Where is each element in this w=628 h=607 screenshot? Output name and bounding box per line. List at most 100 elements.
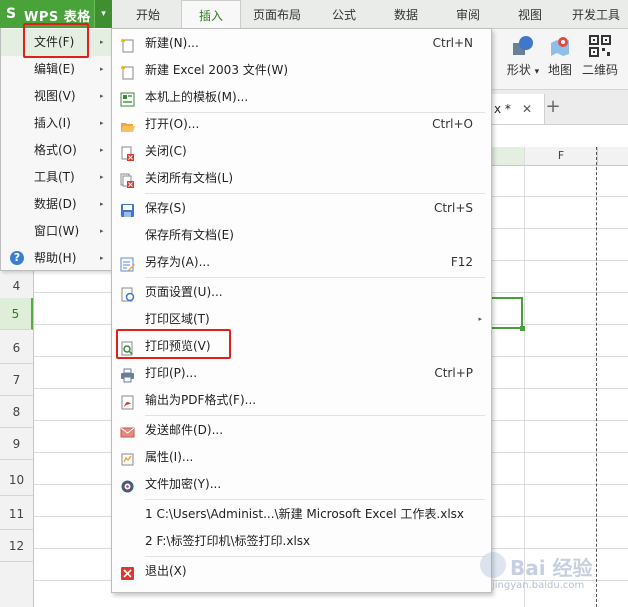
tab-review[interactable]: 审阅: [442, 0, 494, 28]
properties-icon: [120, 450, 135, 466]
save-icon: [120, 201, 135, 217]
close-tab-icon[interactable]: ✕: [522, 94, 532, 124]
shape-dropdown-icon: ▾: [534, 67, 540, 77]
tab-data[interactable]: 数据: [380, 0, 432, 28]
submenu-arrow-icon: ▸: [100, 173, 104, 181]
menu-separator: [145, 415, 485, 416]
encrypt-icon: [120, 477, 135, 493]
menu-item-open[interactable]: 打开(O)... Ctrl+O: [112, 111, 491, 138]
help-icon: ?: [10, 251, 24, 265]
row-header[interactable]: 7: [0, 364, 33, 396]
exit-icon: [120, 564, 135, 580]
shape-button[interactable]: 形状 ▾: [500, 35, 546, 78]
menu-separator: [145, 193, 485, 194]
menu-data[interactable]: 数据(D) ▸: [1, 191, 111, 218]
document-tab-name: x *: [494, 102, 511, 116]
menu-item-page-setup[interactable]: 页面设置(U)...: [112, 279, 491, 306]
open-folder-icon: [120, 117, 135, 132]
map-pin-icon: [548, 35, 572, 57]
new-document-icon: [120, 36, 135, 53]
submenu-arrow-icon: ▸: [478, 315, 482, 323]
mail-icon: [120, 423, 135, 438]
menu-item-send-email[interactable]: 发送邮件(D)...: [112, 417, 491, 444]
page-setup-icon: [120, 285, 135, 302]
tab-home[interactable]: 开始: [122, 0, 174, 28]
new-tab-plus-icon[interactable]: +: [542, 94, 564, 120]
menu-separator: [145, 556, 485, 557]
map-button[interactable]: 地图: [546, 35, 574, 78]
menu-view[interactable]: 视图(V) ▸: [1, 83, 111, 110]
menu-edit-label: 编辑(E): [34, 62, 75, 76]
highlight-print-preview: [116, 329, 231, 359]
menu-item-recent-file-2[interactable]: 2 F:\标签打印机\标签打印.xlsx: [112, 528, 491, 555]
menu-item-new-excel-2003[interactable]: 新建 Excel 2003 文件(W): [112, 57, 491, 84]
app-menu: 文件(F) ▸ 编辑(E) ▸ 视图(V) ▸ 插入(I) ▸ 格式(O) ▸ …: [0, 28, 112, 271]
row-header[interactable]: 9: [0, 428, 33, 460]
watermark-text: Bai 经验: [510, 556, 593, 580]
menu-data-label: 数据(D): [34, 197, 77, 211]
active-cell[interactable]: [487, 297, 525, 331]
menu-insert[interactable]: 插入(I) ▸: [1, 110, 111, 137]
qrcode-button[interactable]: 二维码: [580, 35, 620, 78]
save-as-icon: [120, 255, 135, 272]
submenu-arrow-icon: ▸: [100, 65, 104, 73]
menu-help[interactable]: ? 帮助(H) ▸: [1, 245, 111, 272]
baidu-paw-icon: [480, 552, 506, 578]
menu-format-label: 格式(O): [34, 143, 77, 157]
menu-item-encrypt[interactable]: 文件加密(Y)...: [112, 471, 491, 498]
menu-separator: [145, 277, 485, 278]
column-header-f[interactable]: F: [525, 147, 598, 165]
title-bar: S WPS 表格 ▾ 开始 插入 页面布局 公式 数据 审阅 视图 开发工具: [0, 0, 628, 29]
qrcode-icon: [588, 35, 612, 57]
menu-item-save[interactable]: 保存(S) Ctrl+S: [112, 195, 491, 222]
menu-item-export-pdf[interactable]: 输出为PDF格式(F)...: [112, 387, 491, 414]
column-header-e[interactable]: [488, 147, 525, 165]
menu-format[interactable]: 格式(O) ▸: [1, 137, 111, 164]
tab-page-layout[interactable]: 页面布局: [245, 0, 309, 28]
menu-item-save-as[interactable]: 另存为(A)... F12: [112, 249, 491, 276]
menu-item-local-templates[interactable]: 本机上的模板(M)...: [112, 84, 491, 111]
tab-developer[interactable]: 开发工具: [564, 0, 628, 28]
row-header[interactable]: 12: [0, 530, 33, 562]
submenu-arrow-icon: ▸: [100, 200, 104, 208]
menu-help-label: 帮助(H): [34, 251, 77, 265]
submenu-arrow-icon: ▸: [100, 119, 104, 127]
menu-item-close-all[interactable]: 关闭所有文档(L): [112, 165, 491, 192]
template-icon: [120, 90, 135, 107]
qrcode-label: 二维码: [581, 63, 618, 77]
row-header[interactable]: 6: [0, 332, 33, 364]
row-header-selected[interactable]: 5: [0, 298, 33, 330]
menu-item-save-all[interactable]: 保存所有文档(E): [112, 222, 491, 249]
menu-tools[interactable]: 工具(T) ▸: [1, 164, 111, 191]
app-menu-dropdown-icon[interactable]: ▾: [94, 0, 112, 28]
menu-separator: [145, 499, 485, 500]
map-label: 地图: [547, 63, 572, 77]
close-all-icon: [120, 171, 135, 188]
page-break-line: [596, 147, 597, 607]
menu-item-exit[interactable]: 退出(X): [112, 558, 491, 585]
menu-item-recent-file-1[interactable]: 1 C:\Users\Administ...\新建 Microsoft Exce…: [112, 501, 491, 528]
tab-view[interactable]: 视图: [504, 0, 556, 28]
row-header[interactable]: 10: [0, 464, 33, 496]
printer-icon: [120, 366, 135, 383]
tab-formulas[interactable]: 公式: [318, 0, 370, 28]
menu-view-label: 视图(V): [34, 89, 76, 103]
close-document-icon: [120, 144, 135, 161]
tab-insert[interactable]: 插入: [181, 0, 241, 29]
menu-edit[interactable]: 编辑(E) ▸: [1, 56, 111, 83]
document-tab[interactable]: x * ✕: [490, 94, 545, 124]
menu-item-properties[interactable]: 属性(I)...: [112, 444, 491, 471]
shape-label: 形状: [506, 63, 531, 77]
menu-insert-label: 插入(I): [34, 116, 71, 130]
menu-item-print[interactable]: 打印(P)... Ctrl+P: [112, 360, 491, 387]
ribbon-insert-panel: 形状 ▾ 地图 二维码: [490, 29, 628, 90]
menu-window[interactable]: 窗口(W) ▸: [1, 218, 111, 245]
baidu-watermark: Bai 经验 jingyan.baidu.com: [478, 548, 628, 604]
submenu-arrow-icon: ▸: [100, 227, 104, 235]
row-header[interactable]: 11: [0, 498, 33, 530]
row-header[interactable]: 8: [0, 396, 33, 428]
menu-item-new[interactable]: 新建(N)... Ctrl+N: [112, 30, 491, 57]
formula-bar[interactable]: [490, 125, 628, 148]
menu-item-close[interactable]: 关闭(C): [112, 138, 491, 165]
submenu-arrow-icon: ▸: [100, 38, 104, 46]
